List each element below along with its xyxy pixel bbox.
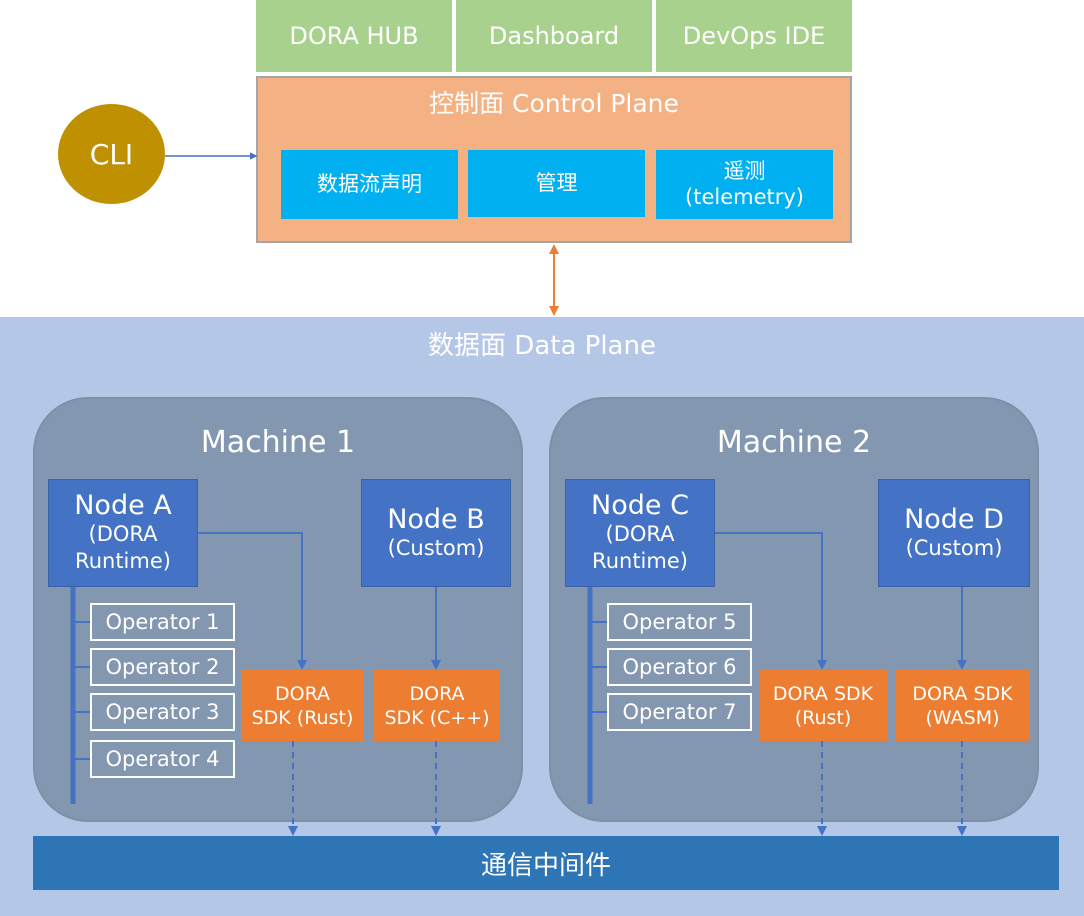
operator-1-label: Operator 1 xyxy=(105,610,220,634)
devops-ide-box: DevOps IDE xyxy=(656,0,852,72)
telemetry-label-cn: 遥测 xyxy=(723,159,766,184)
node-a-type-line2: Runtime) xyxy=(75,549,171,573)
operator-6-label: Operator 6 xyxy=(622,655,737,679)
operator-4-label: Operator 4 xyxy=(105,747,220,771)
cli-circle: CLI xyxy=(58,104,165,204)
dashboard-box: Dashboard xyxy=(456,0,652,72)
data-plane-title: 数据面 Data Plane xyxy=(0,322,1084,364)
cli-label: CLI xyxy=(89,137,134,171)
node-d-box: Node D (Custom) xyxy=(878,479,1030,587)
sdk-rust-1-line1: DORA xyxy=(274,682,330,705)
node-a-type-line1: (DORA xyxy=(88,522,158,546)
control-plane-title-text: 控制面 Control Plane xyxy=(429,89,679,118)
machine-1-title: Machine 1 xyxy=(33,420,523,464)
sdk-cpp-line1: DORA xyxy=(409,682,465,705)
operator-3-box: Operator 3 xyxy=(90,693,235,731)
architecture-diagram: DORA HUB Dashboard DevOps IDE 控制面 Contro… xyxy=(0,0,1084,916)
telemetry-label-en: (telemetry) xyxy=(685,184,804,209)
node-c-type-line2: Runtime) xyxy=(592,549,688,573)
node-b-box: Node B (Custom) xyxy=(361,479,511,587)
sdk-wasm-line2: (WASM) xyxy=(925,706,1000,729)
devops-ide-label: DevOps IDE xyxy=(682,22,826,50)
sdk-cpp-box: DORA SDK (C++) xyxy=(374,670,500,741)
operator-2-label: Operator 2 xyxy=(105,655,220,679)
node-b-type: (Custom) xyxy=(387,535,485,560)
dashboard-label: Dashboard xyxy=(488,22,620,50)
communication-middleware-label: 通信中间件 xyxy=(480,850,611,881)
sdk-rust-2-box: DORA SDK (Rust) xyxy=(759,670,887,741)
node-c-type-line1: (DORA xyxy=(605,522,675,546)
control-plane-title: 控制面 Control Plane xyxy=(256,82,852,122)
sdk-rust-2-line2: (Rust) xyxy=(794,706,852,729)
dora-hub-box: DORA HUB xyxy=(256,0,452,72)
dataflow-declaration-label: 数据流声明 xyxy=(317,171,422,196)
sdk-rust-2-line1: DORA SDK xyxy=(772,682,874,705)
communication-middleware-bar: 通信中间件 xyxy=(33,836,1059,890)
operator-7-box: Operator 7 xyxy=(607,693,752,731)
data-plane-title-text: 数据面 Data Plane xyxy=(428,330,656,361)
machine-2-title-text: Machine 2 xyxy=(716,424,872,460)
sdk-rust-1-line2: SDK (Rust) xyxy=(251,706,354,729)
sdk-wasm-box: DORA SDK (WASM) xyxy=(895,670,1030,741)
operator-2-box: Operator 2 xyxy=(90,648,235,686)
operator-1-box: Operator 1 xyxy=(90,603,235,641)
sdk-wasm-line1: DORA SDK xyxy=(912,682,1013,705)
sdk-cpp-line2: SDK (C++) xyxy=(384,706,490,729)
node-a-box: Node A (DORA Runtime) xyxy=(48,479,198,587)
operator-4-box: Operator 4 xyxy=(90,740,235,778)
management-box: 管理 xyxy=(468,150,645,217)
node-b-name: Node B xyxy=(387,503,485,535)
operator-6-box: Operator 6 xyxy=(607,648,752,686)
operator-7-label: Operator 7 xyxy=(622,700,737,724)
dataflow-declaration-box: 数据流声明 xyxy=(281,150,458,219)
management-label: 管理 xyxy=(535,170,578,195)
node-a-name: Node A xyxy=(74,490,172,521)
machine-1-title-text: Machine 1 xyxy=(200,424,356,460)
operator-3-label: Operator 3 xyxy=(105,700,220,724)
operator-5-label: Operator 5 xyxy=(622,610,737,634)
machine-2-title: Machine 2 xyxy=(549,420,1039,464)
operator-5-box: Operator 5 xyxy=(607,603,752,641)
node-d-type: (Custom) xyxy=(905,535,1003,560)
node-c-name: Node C xyxy=(591,490,689,521)
sdk-rust-1-box: DORA SDK (Rust) xyxy=(241,670,364,741)
node-c-box: Node C (DORA Runtime) xyxy=(565,479,715,587)
node-d-name: Node D xyxy=(904,503,1004,535)
telemetry-box: 遥测 (telemetry) xyxy=(656,150,833,219)
dora-hub-label: DORA HUB xyxy=(289,22,419,50)
